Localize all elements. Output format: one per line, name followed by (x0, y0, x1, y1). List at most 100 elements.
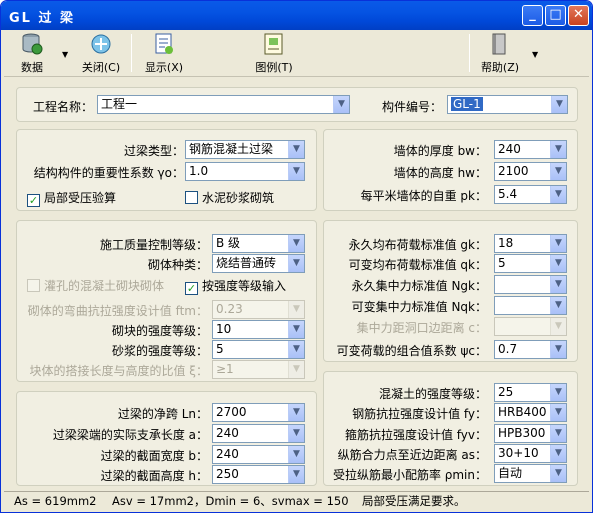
chevron-down-icon: ▼ (550, 276, 566, 293)
support-length-label: 过梁梁端的实际支承长度 a： (52, 428, 208, 442)
window-title: GL 过 梁 (9, 11, 76, 26)
mortar-grade-label: 砂浆的强度等级： (111, 344, 208, 358)
qk-select[interactable]: 5 ▼ (494, 254, 567, 273)
section-width-label: 过梁的截面宽度 b： (100, 449, 208, 463)
help-label: 帮助(Z) (480, 61, 520, 74)
main-window: GL 过 梁 _ □ ✕ 数据 ▼ 关闭(C) 显示(X) 图例(T) 帮助(Z… (0, 0, 593, 513)
ngk-select[interactable]: ▼ (494, 275, 567, 294)
pmin-select[interactable]: 自动 ▼ (494, 464, 567, 483)
pmin-label: 受拉纵筋最小配筋率 ρmin： (332, 468, 487, 482)
mortar-grade-select[interactable]: 5 ▼ (212, 340, 305, 359)
data-dropdown-arrow[interactable]: ▼ (62, 50, 68, 59)
close-button[interactable]: 关闭(C) (78, 32, 124, 75)
toolbar-separator (131, 34, 132, 72)
component-code-select[interactable]: GL-1 ▼ (447, 95, 568, 114)
psi-c-select[interactable]: 0.7 ▼ (494, 340, 567, 359)
quality-grade-select[interactable]: B 级 ▼ (212, 234, 305, 253)
cement-mortar-checkbox[interactable]: 水泥砂浆砌筑 (185, 189, 274, 205)
wall-height-select[interactable]: 2100 ▼ (494, 162, 567, 181)
legend-button[interactable]: 图例(T) (251, 32, 297, 75)
chevron-down-icon: ▼ (288, 466, 304, 483)
ftm-label: 砌体的弯曲抗拉强度设计值 ftm： (27, 304, 208, 318)
ngk-label: 永久集中力标准值 Ngk： (351, 279, 487, 293)
chevron-down-icon: ▼ (550, 235, 566, 252)
display-button[interactable]: 显示(X) (141, 32, 187, 75)
chevron-down-icon: ▼ (333, 96, 349, 113)
fy-label: 钢筋抗拉强度设计值 fy： (352, 407, 487, 421)
chevron-down-icon: ▼ (550, 445, 566, 462)
section-width-select[interactable]: 240 ▼ (212, 445, 305, 464)
help-dropdown-arrow[interactable]: ▼ (532, 50, 538, 59)
qk-label: 可变均布荷载标准值 qk： (348, 258, 487, 272)
wall-thickness-select[interactable]: 240 ▼ (494, 140, 567, 159)
chevron-down-icon: ▼ (288, 361, 304, 378)
overlap-ratio-label: 块体的搭接长度与高度的比值 ξ： (29, 364, 208, 378)
project-panel: 工程名称： 工程一 ▼ 构件编号： GL-1 ▼ (16, 87, 578, 122)
block-grade-select[interactable]: 10 ▼ (212, 320, 305, 339)
chevron-down-icon: ▼ (550, 186, 566, 203)
chevron-down-icon: ▼ (288, 301, 304, 318)
chevron-down-icon: ▼ (550, 404, 566, 421)
project-name-label: 工程名称： (33, 100, 94, 114)
ftm-select[interactable]: 0.23 ▼ (212, 300, 305, 319)
status-as: As = 619mm2 (14, 494, 97, 508)
concrete-grade-select[interactable]: 25 ▼ (494, 383, 567, 402)
chevron-down-icon: ▼ (288, 425, 304, 442)
net-span-label: 过梁的净跨 Ln： (117, 407, 208, 421)
importance-factor-label: 结构构件的重要性系数 γo： (33, 166, 184, 180)
masonry-type-label: 砌体种类： (147, 258, 208, 272)
status-message: 局部受压满足要求。 (362, 494, 466, 508)
gk-label: 永久均布荷载标准值 gk： (348, 238, 487, 252)
concrete-grade-label: 混凝土的强度等级： (378, 387, 487, 401)
overlap-ratio-select[interactable]: ≥1 ▼ (212, 360, 305, 379)
toolbar: 数据 ▼ 关闭(C) 显示(X) 图例(T) 帮助(Z) ▼ (4, 30, 589, 77)
wall-height-label: 墙体的高度 hw： (393, 166, 487, 180)
net-span-select[interactable]: 2700 ▼ (212, 403, 305, 422)
psi-c-label: 可变荷载的组合值系数 ψc： (336, 344, 487, 358)
chevron-down-icon: ▼ (550, 297, 566, 314)
chevron-down-icon: ▼ (550, 255, 566, 272)
section-height-select[interactable]: 250 ▼ (212, 465, 305, 484)
help-button[interactable]: 帮助(Z) (477, 32, 523, 75)
masonry-type-select[interactable]: 烧结普通砖 ▼ (212, 254, 305, 273)
fyv-select[interactable]: HPB300 ▼ (494, 424, 567, 443)
display-label: 显示(X) (144, 61, 184, 74)
gk-select[interactable]: 18 ▼ (494, 234, 567, 253)
grouted-block-checkbox[interactable]: 灌孔的混凝土砌块砌体 (27, 277, 164, 293)
maximize-button[interactable]: □ (545, 5, 566, 26)
wall-weight-select[interactable]: 5.4 ▼ (494, 185, 567, 204)
support-length-select[interactable]: 240 ▼ (212, 424, 305, 443)
status-asv: Asv = 17mm2，Dmin = 6、svmax = 150 (112, 494, 349, 508)
by-strength-grade-checkbox[interactable]: ✓ 按强度等级输入 (185, 277, 286, 295)
chevron-down-icon: ▼ (288, 321, 304, 338)
as-distance-select[interactable]: 30+10 ▼ (494, 444, 567, 463)
database-icon (22, 33, 43, 55)
project-name-select[interactable]: 工程一 ▼ (97, 95, 350, 114)
chevron-down-icon: ▼ (288, 446, 304, 463)
close-window-button[interactable]: ✕ (568, 5, 589, 26)
wall-panel: 墙体的厚度 bw： 240 ▼ 墙体的高度 hw： 2100 ▼ 每平米墙体的自重 … (323, 129, 578, 211)
local-pressure-checkbox[interactable]: ✓ 局部受压验算 (27, 189, 116, 207)
title-bar[interactable]: GL 过 梁 _ □ ✕ (1, 1, 592, 30)
as-distance-label: 纵筋合力点至近边距离 as： (337, 448, 487, 462)
fy-select[interactable]: HRB400 ▼ (494, 403, 567, 422)
geometry-panel: 过梁的净跨 Ln： 2700 ▼ 过梁梁端的实际支承长度 a： 240 ▼ 过梁的截… (16, 391, 317, 486)
beam-type-label: 过梁类型： (123, 144, 184, 158)
chevron-down-icon: ▼ (288, 341, 304, 358)
minimize-button[interactable]: _ (522, 5, 543, 26)
beam-type-select[interactable]: 钢筋混凝土过梁 ▼ (185, 140, 305, 159)
legend-icon (264, 33, 283, 55)
distance-c-select[interactable]: ▼ (494, 317, 567, 336)
importance-factor-select[interactable]: 1.0 ▼ (185, 162, 305, 181)
chevron-down-icon: ▼ (288, 255, 304, 272)
masonry-panel: 施工质量控制等级： B 级 ▼ 砌体种类： 烧结普通砖 ▼ 灌孔的混凝土砌块砌体 ✓… (16, 220, 317, 382)
data-button[interactable]: 数据 (15, 32, 49, 75)
help-book-icon (492, 33, 506, 55)
chevron-down-icon: ▼ (288, 163, 304, 180)
nqk-select[interactable]: ▼ (494, 296, 567, 315)
wall-thickness-label: 墙体的厚度 bw： (393, 144, 487, 158)
chevron-down-icon: ▼ (550, 425, 566, 442)
beam-type-panel: 过梁类型： 钢筋混凝土过梁 ▼ 结构构件的重要性系数 γo： 1.0 ▼ ✓ 局部受压… (16, 129, 317, 211)
chevron-down-icon: ▼ (550, 465, 566, 482)
status-bar: As = 619mm2 Asv = 17mm2，Dmin = 6、svmax =… (4, 491, 589, 511)
